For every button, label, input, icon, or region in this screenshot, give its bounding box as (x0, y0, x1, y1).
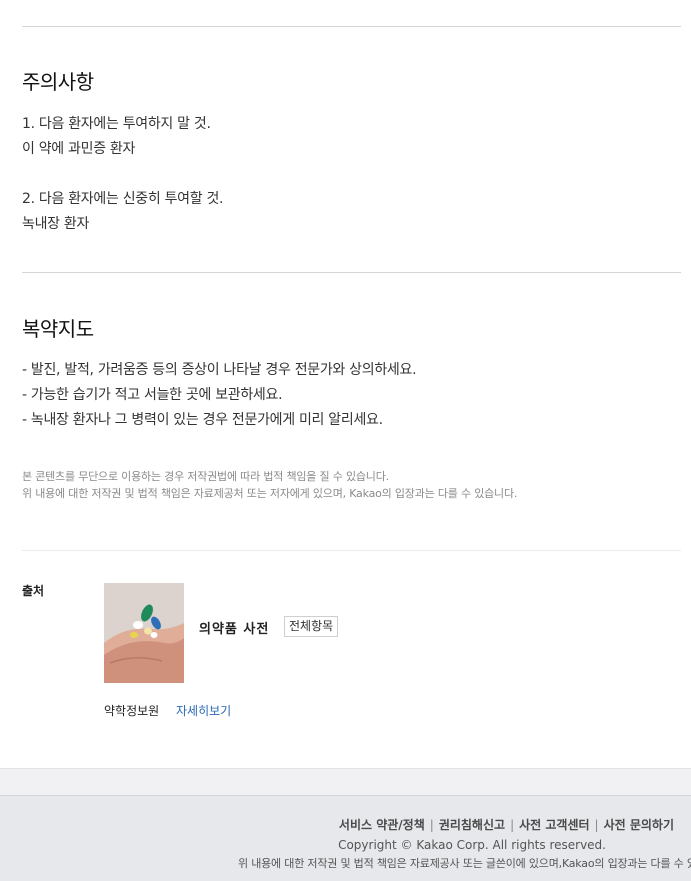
footer-separator: | (510, 818, 515, 832)
footer-separator: | (429, 818, 434, 832)
guidance-title: 복약지도 (22, 317, 94, 341)
provider-name: 약학정보원 (104, 704, 160, 718)
guidance-line-3: - 녹내장 환자나 그 병력이 있는 경우 전문가에게 미리 알리세요. (22, 412, 383, 428)
divider-middle (22, 272, 681, 273)
view-details-link[interactable]: 자세히보기 (176, 702, 231, 719)
precautions-line-1: 1. 다음 환자에는 투여하지 말 것. (22, 116, 211, 132)
source-name[interactable]: 의약품 사전 (199, 618, 269, 637)
footer-band (0, 768, 691, 795)
copyright-notice-1: 본 콘텐츠를 무단으로 이용하는 경우 저작권법에 따라 법적 책임을 질 수 … (22, 470, 389, 483)
guidance-line-2: - 가능한 습기가 적고 서늘한 곳에 보관하세요. (22, 387, 283, 403)
source-thumbnail[interactable] (104, 583, 184, 683)
footer-copyright: Copyright © Kakao Corp. All rights reser… (338, 838, 606, 852)
divider-source (22, 550, 681, 551)
footer-link-terms[interactable]: 서비스 약관/정책 (339, 818, 425, 832)
precautions-line-2: 이 약에 과민증 환자 (22, 141, 136, 157)
footer-separator: | (594, 818, 599, 832)
divider-top (22, 26, 681, 27)
all-items-button[interactable]: 전체항목 (284, 616, 339, 637)
footer-link-rights-report[interactable]: 권리침해신고 (439, 818, 505, 832)
footer: 서비스 약관/정책 | 권리침해신고 | 사전 고객센터 | 사전 문의하기 Copyrig… (0, 795, 691, 881)
footer-links: 서비스 약관/정책 | 권리침해신고 | 사전 고객센터 | 사전 문의하기 (339, 816, 674, 833)
footer-link-inquiry[interactable]: 사전 문의하기 (604, 818, 674, 832)
footer-link-customer-center[interactable]: 사전 고객센터 (519, 818, 589, 832)
precautions-line-4: 녹내장 환자 (22, 216, 90, 232)
copyright-notice-2: 위 내용에 대한 저작권 및 법적 책임은 자료제공처 또는 저자에게 있으며,… (22, 487, 518, 500)
guidance-line-1: - 발진, 발적, 가려움증 등의 증상이 나타날 경우 전문가와 상의하세요. (22, 362, 417, 378)
footer-note: 위 내용에 대한 저작권 및 법적 책임은 자료제공사 또는 글쓴이에 있으며,… (238, 857, 691, 870)
pills-in-hand-image (104, 583, 184, 683)
source-label: 출처 (22, 584, 45, 598)
precautions-title: 주의사항 (22, 70, 94, 94)
precautions-line-3: 2. 다음 환자에는 신중히 투여할 것. (22, 191, 224, 207)
